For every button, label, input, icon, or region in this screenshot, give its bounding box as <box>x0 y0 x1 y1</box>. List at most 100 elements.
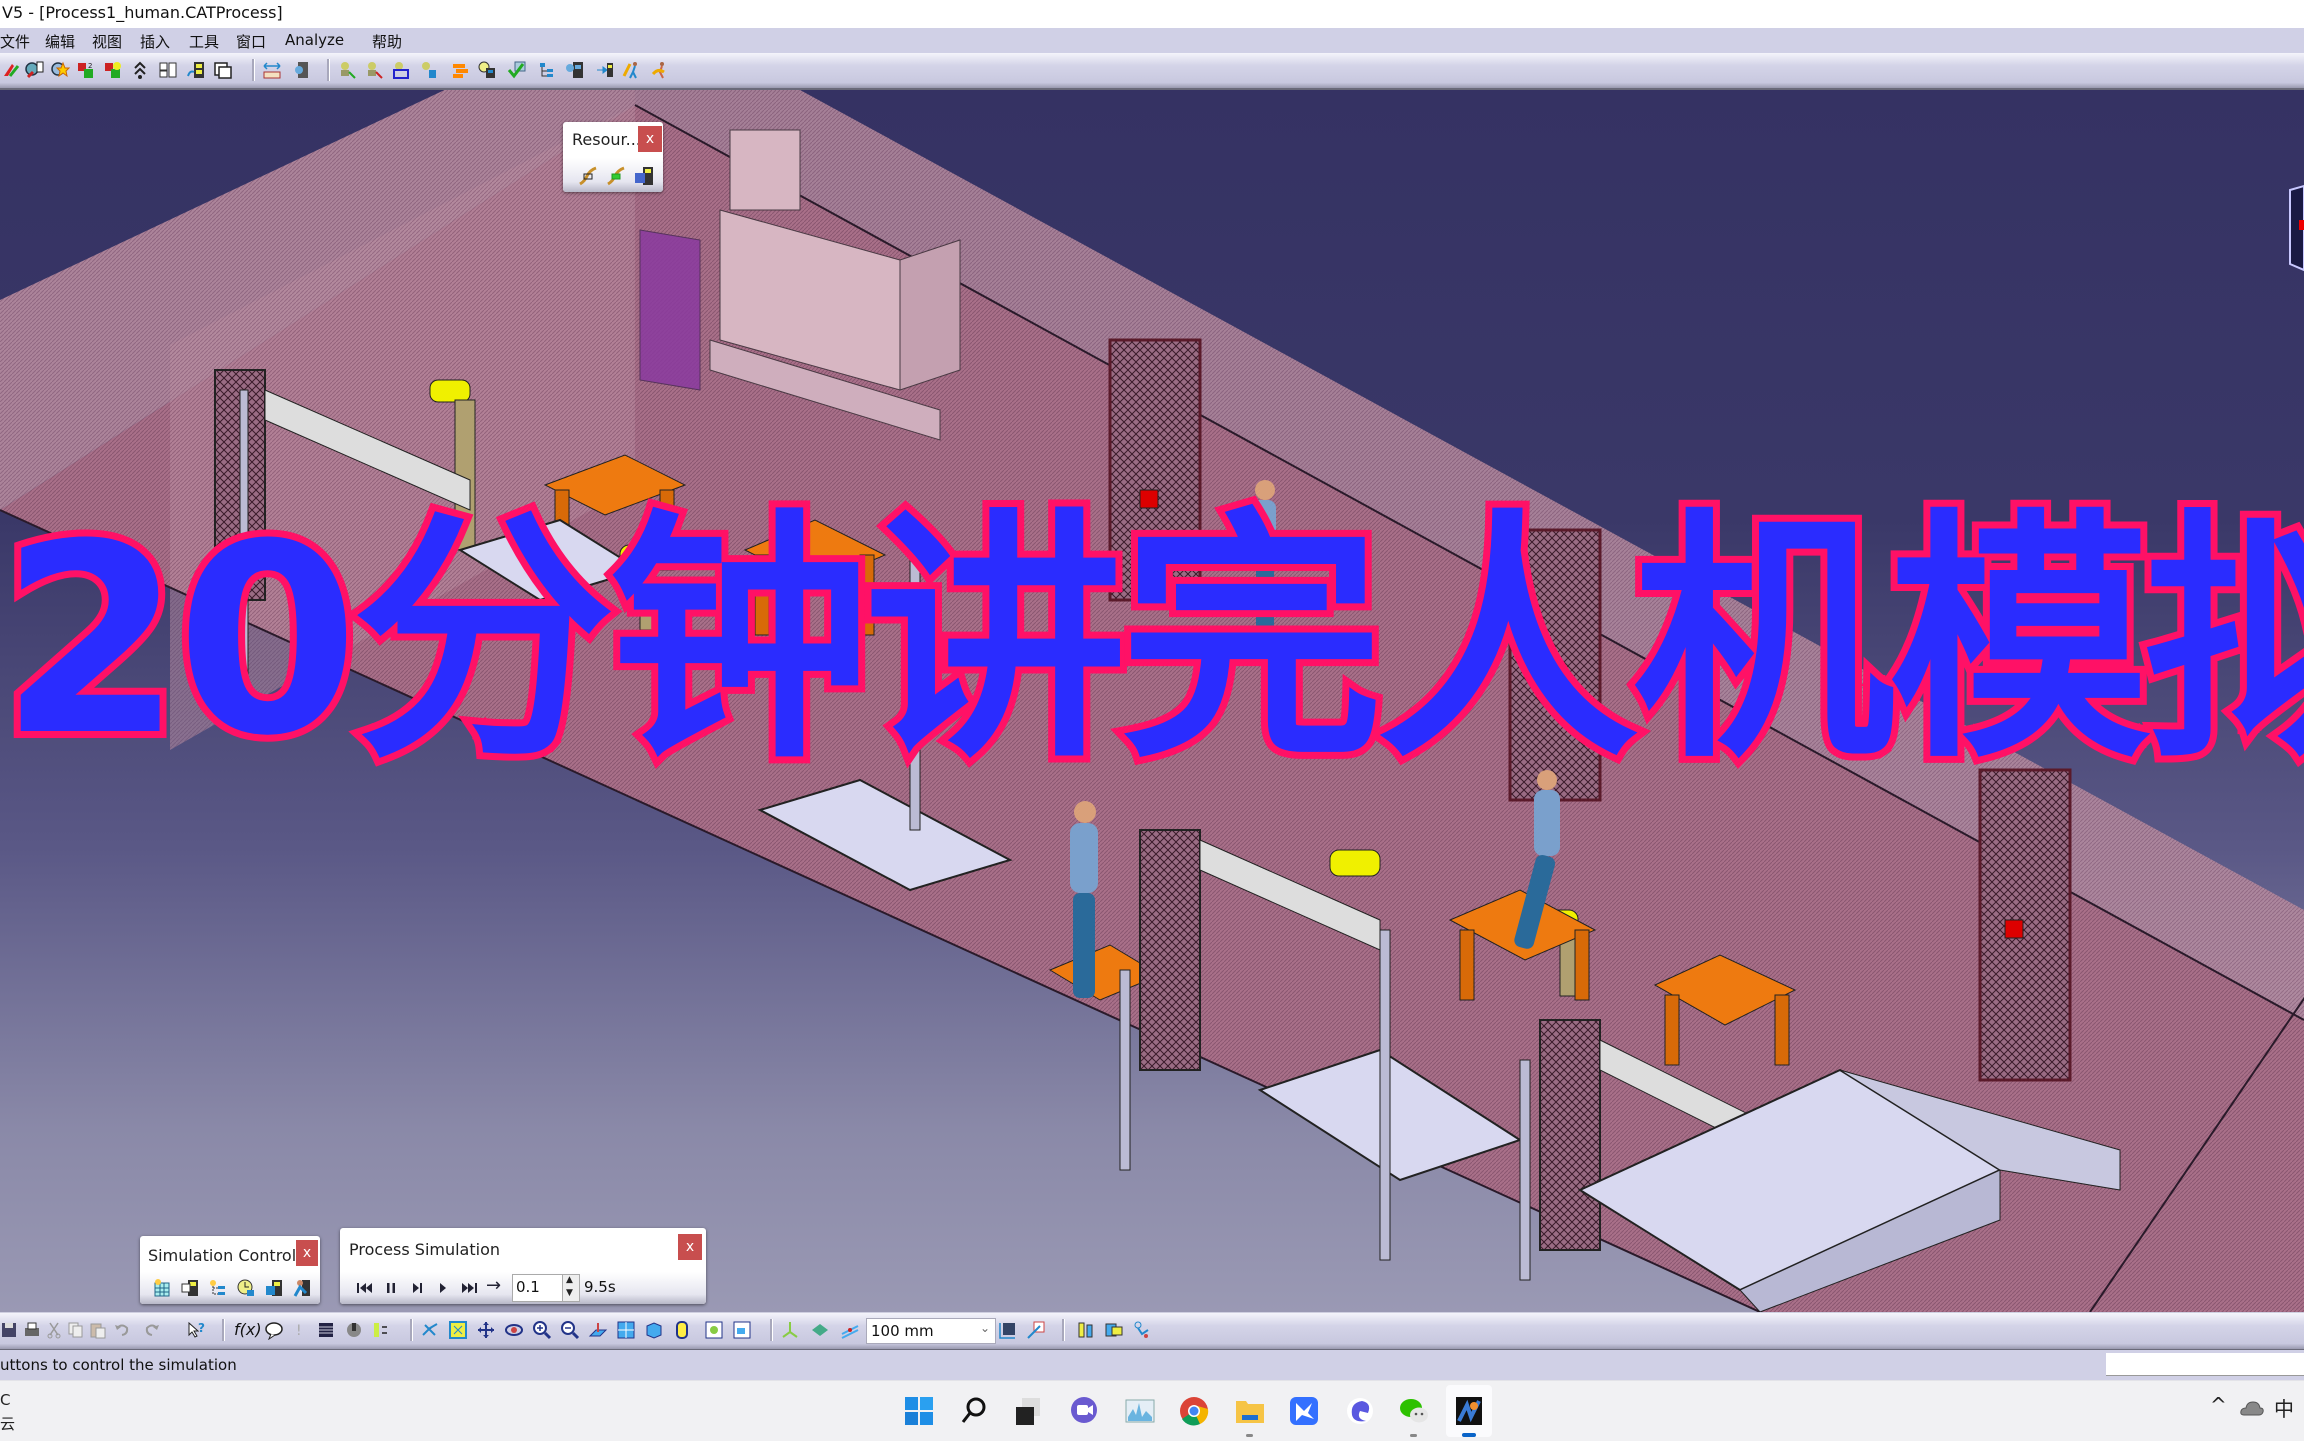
meet-icon[interactable] <box>1068 1395 1100 1427</box>
start-icon[interactable] <box>903 1395 935 1427</box>
whats-this-icon[interactable]: ? <box>186 1320 206 1340</box>
resource-assign-icon[interactable] <box>337 60 357 80</box>
paste-icon[interactable] <box>88 1320 108 1340</box>
fit-box-icon[interactable] <box>998 1320 1018 1340</box>
simulation-timer-icon[interactable] <box>477 60 497 80</box>
process-simulation-close-button[interactable]: x <box>678 1234 702 1260</box>
measure-ruler-icon[interactable] <box>262 60 282 80</box>
fly-mode-icon[interactable] <box>420 1320 440 1340</box>
sim-film-image-icon[interactable] <box>264 1278 284 1298</box>
product-cube-icon[interactable]: 2 <box>76 60 96 80</box>
performance-monitor-icon[interactable] <box>1124 1395 1156 1427</box>
sim-table-icon[interactable] <box>152 1278 172 1298</box>
menu-view[interactable]: 视图 <box>92 31 122 52</box>
hint-icon[interactable]: ! <box>290 1320 310 1340</box>
move-up-down-icon[interactable] <box>130 60 150 80</box>
menu-file[interactable]: 文件 <box>0 31 30 52</box>
flow-link-icon[interactable] <box>577 165 599 187</box>
film-play-icon[interactable] <box>565 60 585 80</box>
copy-icon[interactable] <box>66 1320 86 1340</box>
shading-icon[interactable] <box>672 1320 692 1340</box>
chevron-down-icon[interactable]: ⌄ <box>980 1321 990 1335</box>
process-tree-icon[interactable] <box>537 60 557 80</box>
step-size-spinner[interactable]: ▲ ▼ <box>562 1274 580 1302</box>
jump-to-end-button[interactable] <box>460 1281 478 1295</box>
resources-close-button[interactable]: x <box>638 126 662 152</box>
menu-tools[interactable]: 工具 <box>189 31 219 52</box>
redo-icon[interactable] <box>142 1320 162 1340</box>
kinematics-icon[interactable] <box>1132 1320 1152 1340</box>
onedrive-icon[interactable] <box>2240 1399 2264 1417</box>
sim-human-icon[interactable] <box>292 1278 312 1298</box>
swap-space-icon[interactable] <box>732 1320 752 1340</box>
check-process-icon[interactable] <box>507 60 527 80</box>
annotation-icon[interactable] <box>264 1320 284 1340</box>
step-forward-button[interactable] <box>410 1281 424 1295</box>
film-sequence-icon[interactable] <box>186 60 206 80</box>
tree-layout-icon[interactable] <box>158 60 178 80</box>
compass-widget[interactable] <box>2289 184 2304 272</box>
shuttle-icon[interactable] <box>1076 1320 1096 1340</box>
menu-window[interactable]: 窗口 <box>236 31 266 52</box>
resource-list-icon[interactable] <box>418 60 438 80</box>
rotate-icon[interactable] <box>504 1320 524 1340</box>
human-task-icon[interactable] <box>622 60 642 80</box>
iso-view-icon[interactable] <box>644 1320 664 1340</box>
menu-edit[interactable]: 编辑 <box>45 31 75 52</box>
jump-to-start-button[interactable] <box>356 1281 374 1295</box>
play-forward-button[interactable] <box>436 1281 450 1295</box>
window-cascade-icon[interactable] <box>213 60 233 80</box>
hide-show-icon[interactable] <box>704 1320 724 1340</box>
table-icon[interactable] <box>316 1320 336 1340</box>
snap-icon[interactable] <box>810 1320 830 1340</box>
menu-insert[interactable]: 插入 <box>140 31 170 52</box>
cut-icon[interactable] <box>44 1320 64 1340</box>
undo-icon[interactable] <box>112 1320 132 1340</box>
constraint-icon[interactable] <box>2 60 22 80</box>
search-icon[interactable] <box>958 1395 990 1427</box>
save-icon[interactable] <box>0 1320 20 1340</box>
spinner-up-icon[interactable]: ▲ <box>566 1275 573 1285</box>
sim-film-icon[interactable] <box>180 1278 200 1298</box>
file-explorer-icon[interactable] <box>1234 1395 1266 1427</box>
flow-link-green-icon[interactable] <box>605 165 627 187</box>
formula-icon[interactable]: f(x) <box>234 1320 262 1339</box>
resource-film-icon[interactable] <box>633 165 655 187</box>
menu-analyze[interactable]: Analyze <box>285 31 344 49</box>
spinner-down-icon[interactable]: ▼ <box>566 1288 573 1298</box>
task-view-icon[interactable] <box>1012 1395 1044 1427</box>
edge-like-icon[interactable] <box>1344 1395 1376 1427</box>
grid-icon[interactable] <box>840 1320 860 1340</box>
pan-icon[interactable] <box>476 1320 496 1340</box>
catalog-star-icon[interactable] <box>50 60 70 80</box>
chrome-icon[interactable] <box>1178 1395 1210 1427</box>
normal-view-icon[interactable] <box>588 1320 608 1340</box>
menu-help[interactable]: 帮助 <box>372 31 402 52</box>
print-icon[interactable] <box>22 1320 42 1340</box>
ime-indicator[interactable]: 中 <box>2274 1393 2294 1422</box>
multi-view-icon[interactable] <box>616 1320 636 1340</box>
resource-link-icon[interactable] <box>391 60 411 80</box>
sketch-icon[interactable] <box>344 1320 364 1340</box>
compass-axis-icon[interactable] <box>780 1320 800 1340</box>
command-input[interactable] <box>2106 1353 2304 1376</box>
sequence-arrow-icon[interactable] <box>595 60 615 80</box>
resource-unassign-icon[interactable] <box>364 60 384 80</box>
pause-button[interactable] <box>384 1281 398 1295</box>
sim-tree-icon[interactable] <box>208 1278 228 1298</box>
feishu-icon[interactable] <box>1288 1395 1320 1427</box>
gantt-icon[interactable] <box>450 60 470 80</box>
catia-icon[interactable] <box>1453 1395 1485 1427</box>
zoom-in-icon[interactable] <box>532 1320 552 1340</box>
fit-all-icon[interactable] <box>448 1320 468 1340</box>
grid-step-dropdown[interactable]: 100 mm ⌄ <box>866 1318 996 1344</box>
measure-between-icon[interactable] <box>1026 1320 1046 1340</box>
knowledge-icon[interactable] <box>370 1320 390 1340</box>
sim-clock-icon[interactable] <box>236 1278 256 1298</box>
tray-chevron-icon[interactable]: ^ <box>2210 1393 2227 1417</box>
human-activity-icon[interactable] <box>650 60 670 80</box>
device-icon[interactable] <box>1104 1320 1124 1340</box>
wechat-icon[interactable] <box>1398 1395 1430 1427</box>
clash-icon[interactable] <box>292 60 312 80</box>
catalog-search-icon[interactable] <box>24 60 44 80</box>
